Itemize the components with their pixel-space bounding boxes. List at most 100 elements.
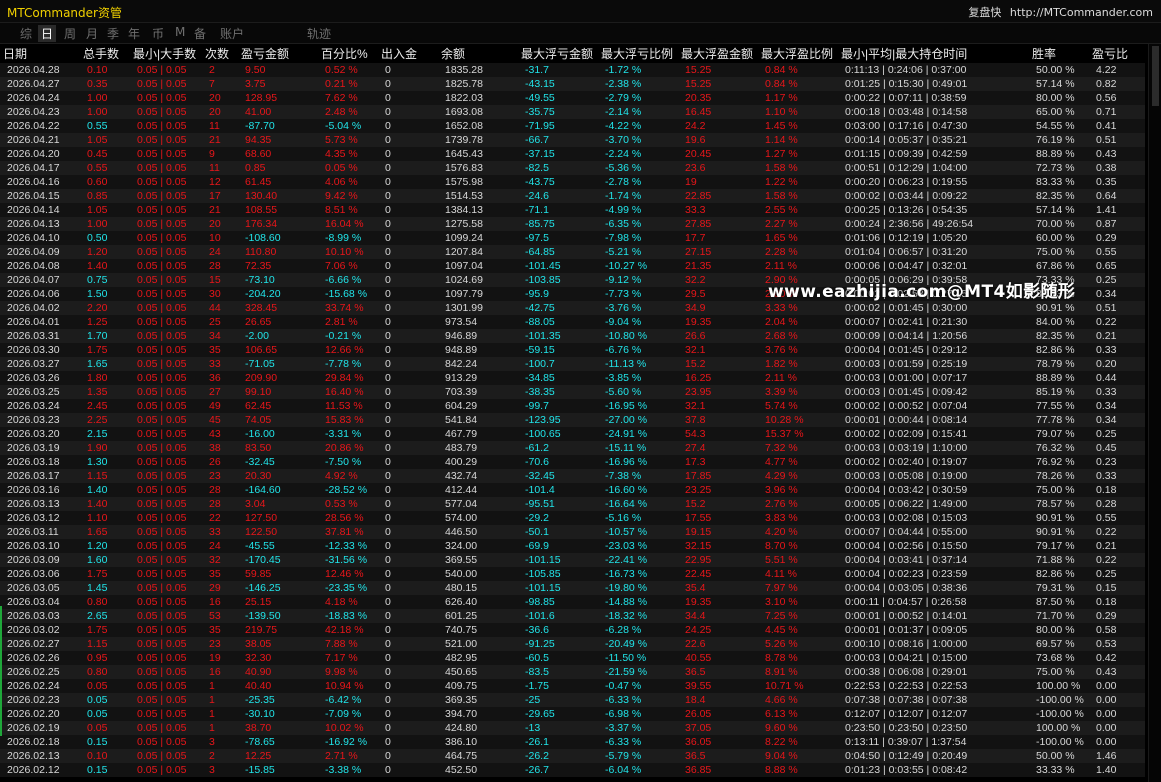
table-row[interactable]: 2026.03.10 1.20 0.05 | 0.05 24 -45.55 -12.33 … (0, 539, 1145, 553)
nav-item-2[interactable]: 周 (64, 25, 76, 42)
nav-item-3[interactable]: 月 (86, 25, 98, 42)
nav-item-10[interactable]: 轨迹 (307, 25, 331, 42)
column-header-1[interactable]: 总手数 (80, 44, 130, 63)
column-header-13[interactable]: 胜率 (1029, 44, 1089, 63)
column-header-12[interactable]: 最小|平均|最大持仓时间 (838, 44, 1029, 63)
table-row[interactable]: 2026.03.17 1.15 0.05 | 0.05 23 20.30 4.92 % 0 4… (0, 469, 1145, 483)
table-cell: -108.60 (238, 231, 318, 245)
table-row[interactable]: 2026.04.16 0.60 0.05 | 0.05 12 61.45 4.06 % 0 1… (0, 175, 1145, 189)
nav-item-6[interactable]: 币 (152, 25, 164, 42)
website-link[interactable]: http://MTCommander.com (1010, 6, 1153, 19)
table-row[interactable]: 2026.02.24 0.05 0.05 | 0.05 1 40.40 10.94 % 0 4… (0, 679, 1145, 693)
table-cell: 19.6 (678, 133, 758, 147)
table-row[interactable]: 2026.02.23 0.05 0.05 | 0.05 1 -25.35 -6.42 % 0… (0, 693, 1145, 707)
table-row[interactable]: 2026.02.13 0.10 0.05 | 0.05 2 12.25 2.71 % 0 46… (0, 749, 1145, 763)
column-header-0[interactable]: 日期 (0, 44, 80, 63)
table-row[interactable]: 2026.03.13 1.40 0.05 | 0.05 28 3.04 0.53 % 0 57… (0, 497, 1145, 511)
table-row[interactable]: 2026.03.16 1.40 0.05 | 0.05 28 -164.60 -28.52… (0, 483, 1145, 497)
table-cell: 1.65 (80, 357, 130, 371)
table-cell: 0 (378, 511, 438, 525)
table-row[interactable]: 2026.04.09 1.20 0.05 | 0.05 24 110.80 10.10 %… (0, 245, 1145, 259)
table-row[interactable]: 2026.02.12 0.15 0.05 | 0.05 3 -15.85 -3.38 % 0… (0, 763, 1145, 777)
table-row[interactable]: 2026.03.20 2.15 0.05 | 0.05 43 -16.00 -3.31 %… (0, 427, 1145, 441)
table-row[interactable]: 2026.04.23 1.00 0.05 | 0.05 20 41.00 2.48 % 0 1… (0, 105, 1145, 119)
table-cell: 3.39 % (758, 385, 838, 399)
table-row[interactable]: 2026.03.27 1.65 0.05 | 0.05 33 -71.05 -7.78 %… (0, 357, 1145, 371)
table-row[interactable]: 2026.03.31 1.70 0.05 | 0.05 34 -2.00 -0.21 % 0… (0, 329, 1145, 343)
nav-item-0[interactable]: 综 (20, 25, 32, 42)
table-row[interactable]: 2026.04.28 0.10 0.05 | 0.05 2 9.50 0.52 % 0 183… (0, 63, 1145, 77)
column-header-6[interactable]: 出入金 (378, 44, 438, 63)
table-row[interactable]: 2026.04.01 1.25 0.05 | 0.05 25 26.65 2.81 % 0 9… (0, 315, 1145, 329)
table-row[interactable]: 2026.04.27 0.35 0.05 | 0.05 7 3.75 0.21 % 0 182… (0, 77, 1145, 91)
vertical-scrollbar[interactable] (1148, 44, 1161, 782)
table-row[interactable]: 2026.04.24 1.00 0.05 | 0.05 20 128.95 7.62 % 0… (0, 91, 1145, 105)
table-row[interactable]: 2026.03.02 1.75 0.05 | 0.05 35 219.75 42.18 %… (0, 623, 1145, 637)
table-row[interactable]: 2026.02.18 0.15 0.05 | 0.05 3 -78.65 -16.92 %… (0, 735, 1145, 749)
column-header-3[interactable]: 次数 (202, 44, 238, 63)
table-cell: 0 (378, 147, 438, 161)
scrollbar-thumb[interactable] (1152, 46, 1159, 106)
column-header-9[interactable]: 最大浮亏比例 (598, 44, 678, 63)
table-row[interactable]: 2026.03.30 1.75 0.05 | 0.05 35 106.65 12.66 %… (0, 343, 1145, 357)
table-row[interactable]: 2026.02.26 0.95 0.05 | 0.05 19 32.30 7.17 % 0 4… (0, 651, 1145, 665)
nav-item-5[interactable]: 年 (128, 25, 140, 42)
table-row[interactable]: 2026.03.19 1.90 0.05 | 0.05 38 83.50 20.86 % 0… (0, 441, 1145, 455)
table-cell: 76.92 % (1029, 455, 1089, 469)
table-row[interactable]: 2026.02.25 0.80 0.05 | 0.05 16 40.90 9.98 % 0 4… (0, 665, 1145, 679)
column-header-5[interactable]: 百分比% (318, 44, 378, 63)
table-cell: -35.75 (518, 105, 598, 119)
table-row[interactable]: 2026.04.14 1.05 0.05 | 0.05 21 108.55 8.51 % 0… (0, 203, 1145, 217)
table-row[interactable]: 2026.02.20 0.05 0.05 | 0.05 1 -30.10 -7.09 % 0… (0, 707, 1145, 721)
table-row[interactable]: 2026.03.18 1.30 0.05 | 0.05 26 -32.45 -7.50 %… (0, 455, 1145, 469)
table-cell: 0 (378, 595, 438, 609)
table-cell: 20 (202, 91, 238, 105)
table-cell: 0.75 (80, 273, 130, 287)
column-header-11[interactable]: 最大浮盈比例 (758, 44, 838, 63)
table-row[interactable]: 2026.04.08 1.40 0.05 | 0.05 28 72.35 7.06 % 0 1… (0, 259, 1145, 273)
table-row[interactable]: 2026.03.26 1.80 0.05 | 0.05 36 209.90 29.84 %… (0, 371, 1145, 385)
table-row[interactable]: 2026.04.15 0.85 0.05 | 0.05 17 130.40 9.42 % 0… (0, 189, 1145, 203)
table-cell: 0:00:03 | 0:01:45 | 0:09:42 (838, 385, 1029, 399)
column-header-2[interactable]: 最小|大手数 (130, 44, 202, 63)
table-row[interactable]: 2026.03.11 1.65 0.05 | 0.05 33 122.50 37.81 %… (0, 525, 1145, 539)
table-row[interactable]: 2026.02.27 1.15 0.05 | 0.05 23 38.05 7.88 % 0 5… (0, 637, 1145, 651)
column-header-4[interactable]: 盈亏金额 (238, 44, 318, 63)
table-row[interactable]: 2026.04.17 0.55 0.05 | 0.05 11 0.85 0.05 % 0 15… (0, 161, 1145, 175)
table-cell: 38 (202, 441, 238, 455)
table-row[interactable]: 2026.03.03 2.65 0.05 | 0.05 53 -139.50 -18.83… (0, 609, 1145, 623)
replay-button[interactable]: 复盘快 (968, 6, 1001, 19)
table-cell: -6.33 % (598, 735, 678, 749)
column-header-14[interactable]: 盈亏比 (1089, 44, 1145, 63)
nav-item-8[interactable]: 备 (194, 25, 206, 42)
table-row[interactable]: 2026.04.02 2.20 0.05 | 0.05 44 328.45 33.74 %… (0, 301, 1145, 315)
table-cell: 0.05 | 0.05 (130, 553, 202, 567)
table-cell: 0 (378, 385, 438, 399)
table-cell: 0.35 (80, 77, 130, 91)
table-row[interactable]: 2026.03.09 1.60 0.05 | 0.05 32 -170.45 -31.56… (0, 553, 1145, 567)
column-header-7[interactable]: 余额 (438, 44, 518, 63)
table-row[interactable]: 2026.03.04 0.80 0.05 | 0.05 16 25.15 4.18 % 0 6… (0, 595, 1145, 609)
table-row[interactable]: 2026.03.12 1.10 0.05 | 0.05 22 127.50 28.56 %… (0, 511, 1145, 525)
table-row[interactable]: 2026.03.25 1.35 0.05 | 0.05 27 99.10 16.40 % 0… (0, 385, 1145, 399)
table-row[interactable]: 2026.04.10 0.50 0.05 | 0.05 10 -108.60 -8.99 … (0, 231, 1145, 245)
table-cell: -7.50 % (318, 455, 378, 469)
table-row[interactable]: 2026.02.19 0.05 0.05 | 0.05 1 38.70 10.02 % 0 4… (0, 721, 1145, 735)
nav-item-4[interactable]: 季 (107, 25, 119, 42)
column-header-10[interactable]: 最大浮盈金额 (678, 44, 758, 63)
column-header-8[interactable]: 最大浮亏金额 (518, 44, 598, 63)
table-row[interactable]: 2026.04.22 0.55 0.05 | 0.05 11 -87.70 -5.04 %… (0, 119, 1145, 133)
table-row[interactable]: 2026.03.24 2.45 0.05 | 0.05 49 62.45 11.53 % 0… (0, 399, 1145, 413)
table-cell: 127.50 (238, 511, 318, 525)
table-row[interactable]: 2026.04.21 1.05 0.05 | 0.05 21 94.35 5.73 % 0 1… (0, 133, 1145, 147)
table-row[interactable]: 2026.04.20 0.45 0.05 | 0.05 9 68.60 4.35 % 0 16… (0, 147, 1145, 161)
table-cell: -103.85 (518, 273, 598, 287)
table-cell: 26.05 (678, 707, 758, 721)
table-row[interactable]: 2026.03.23 2.25 0.05 | 0.05 45 74.05 15.83 % 0… (0, 413, 1145, 427)
nav-item-7[interactable]: M (175, 25, 185, 39)
table-row[interactable]: 2026.03.06 1.75 0.05 | 0.05 35 59.85 12.46 % 0… (0, 567, 1145, 581)
table-row[interactable]: 2026.03.05 1.45 0.05 | 0.05 29 -146.25 -23.35… (0, 581, 1145, 595)
table-row[interactable]: 2026.04.13 1.00 0.05 | 0.05 20 176.34 16.04 %… (0, 217, 1145, 231)
nav-item-1[interactable]: 日 (38, 25, 57, 42)
nav-item-9[interactable]: 账户 (220, 25, 244, 42)
